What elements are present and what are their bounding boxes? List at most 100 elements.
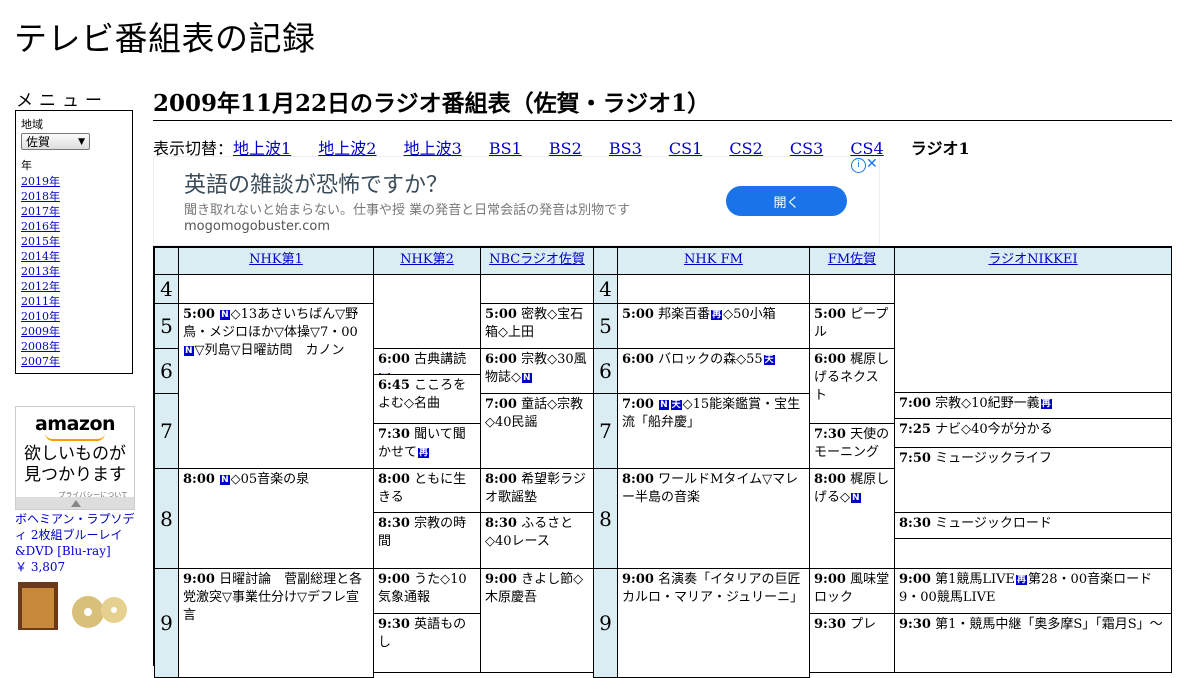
rebroadcast-mark-icon: 再 [418,448,430,458]
program-nbc-600[interactable]: 6:00 宗教◇30風物誌◇ N [480,348,594,394]
program-text: 第1競馬LIVE [935,572,1015,587]
year-link-2013[interactable]: 2013年 [21,264,127,279]
program-time: 9:00 [814,572,846,587]
program-time: 8:00 [485,472,517,487]
weather-mark-icon: 天 [763,355,775,365]
program-text: バロックの森◇55 [658,352,763,367]
program-time: 8:00 [378,472,410,487]
channel-link-nhkfm[interactable]: NHK FM [684,252,743,267]
program-time: 6:45 [378,378,410,393]
year-link-2012[interactable]: 2012年 [21,279,127,294]
channel-link-nhk1[interactable]: NHK第1 [249,252,303,267]
channel-link-nhk2[interactable]: NHK第2 [400,252,454,267]
hour-label: 9 [593,568,618,678]
program-nikkei-725[interactable]: 7:25 ナビ◇40今が分かる [894,418,1172,448]
program-nhk2-730[interactable]: 7:30 聞いて聞かせて再 [373,423,481,469]
amazon-copy-line1: 欲しいものが [24,444,126,464]
program-nhk2-930[interactable]: 9:30 英語ものし [373,613,481,673]
channel-link-fmsaga[interactable]: FM佐賀 [828,252,876,267]
program-fm-900[interactable]: 9:00 名演奏「イタリアの巨匠カルロ・マリア・ジュリーニ」 [617,568,810,678]
program-nikkei-830[interactable]: 8:30 ミュージックロード [894,512,1172,539]
program-fm-700[interactable]: 7:00 N 天 ◇15能楽鑑賞・宝生流「船弁慶」 [617,393,810,469]
program-text: ミュージックライフ [935,451,1052,466]
program-nbc-500[interactable]: 5:00 密教◇宝石箱◇上田 [480,303,594,349]
year-link-2007[interactable]: 2007年 [21,354,127,369]
program-nhk2-645[interactable]: 6:45 こころをよむ◇名曲 [373,374,481,424]
program-nikkei-700[interactable]: 7:00 宗教◇10紀野一義再 [894,392,1172,419]
channel-link-nbc[interactable]: NBCラジオ佐賀 [489,252,585,267]
year-link-2015[interactable]: 2015年 [21,234,127,249]
program-nbc-800[interactable]: 8:00 希望彰ラジオ歌謡塾 [480,468,594,513]
program-time: 8:00 [622,472,654,487]
banner-ad[interactable]: 英語の雑談が恐怖ですか？ 聞き取れないと始まらない。仕事や授 業の発音と日常会話… [153,156,880,246]
program-nikkei-900[interactable]: 9:00 第1競馬LIVE 再第28・00音楽ロード9・00競馬LIVE [894,568,1172,614]
program-time: 9:00 [183,572,215,587]
program-text: ミュージックロード [935,516,1052,531]
channel-header-nikkei: ラジオNIKKEI [894,247,1172,275]
header-corner [154,247,179,275]
collapse-arrow-icon[interactable] [71,500,81,507]
program-nhk2-600[interactable]: 6:00 古典講読再 [373,348,481,375]
year-link-2010[interactable]: 2010年 [21,309,127,324]
program-nhk1-800[interactable]: 8:00 N ◇05音楽の泉 [178,468,374,569]
program-fmsaga-600[interactable]: 6:00 梶原しげるネクスト [809,348,895,424]
channel-header-nhk1: NHK第1 [178,247,374,275]
product-image[interactable] [18,580,128,630]
year-link-2009[interactable]: 2009年 [21,324,127,339]
product-link[interactable]: ボヘミアン・ラプソディ 2枚組ブルーレイ&DVD [Blu-ray] ￥ 3,8… [15,511,140,575]
program-empty [617,274,810,304]
program-time: 5:00 [183,307,215,322]
program-time: 9:00 [485,572,517,587]
news-mark-icon: N [220,310,230,320]
ad-close-icon[interactable]: ✕ [866,156,878,172]
program-nhk2-800[interactable]: 8:00 ともに生きる [373,468,481,513]
program-nikkei-750[interactable]: 7:50 ミュージックライフ [894,447,1172,513]
year-link-2018[interactable]: 2018年 [21,189,127,204]
program-text: 古典講読 [414,352,467,367]
program-empty [480,274,594,304]
year-link-2014[interactable]: 2014年 [21,249,127,264]
program-time: 8:30 [378,516,410,531]
hour-label: 4 [593,274,618,304]
ad-domain: mogomogobuster.com [184,219,331,234]
program-nhk2-830[interactable]: 8:30 宗教の時間 [373,512,481,569]
program-nbc-830[interactable]: 8:30 ふるさと◇40レース [480,512,594,569]
ad-info-icon[interactable]: i [851,158,866,173]
amazon-logo: amazon [34,413,116,435]
program-nhk1-500[interactable]: 5:00 N ◇13あさいちばん▽野鳥・メジロほか▽体操▽7・00N ▽列島▽日曜訪… [178,303,374,469]
program-nhk1-900[interactable]: 9:00 日曜討論 菅副総理と各党激突▽事業仕分け▽デフレ宣言 [178,568,374,678]
program-fm-800[interactable]: 8:00 ワールドMタイム▽マレー半島の音楽 [617,468,810,569]
program-fm-600[interactable]: 6:00 バロックの森◇55 天 [617,348,810,394]
program-time: 8:00 [814,472,846,487]
year-link-2019[interactable]: 2019年 [21,174,127,189]
hour-label: 5 [154,303,179,349]
year-link-2011[interactable]: 2011年 [21,294,127,309]
program-nbc-900[interactable]: 9:00 きよし節◇木原慶吾 [480,568,594,673]
ad-headline[interactable]: 英語の雑談が恐怖ですか？ [184,167,448,199]
program-time: 7:50 [899,451,931,466]
region-select-value: 佐賀 [26,135,51,149]
channel-header-fmsaga: FM佐賀 [809,247,895,275]
program-nikkei-930[interactable]: 9:30 第1・競馬中継「奥多摩S」「霜月S」～ [894,613,1172,673]
product-title[interactable]: ボヘミアン・ラプソディ 2枚組ブルーレイ&DVD [Blu-ray] [15,512,135,558]
amazon-ad[interactable]: amazon 欲しいものが 見つかります プライバシーについて [15,406,135,510]
program-fmsaga-900[interactable]: 9:00 風味堂ロック [809,568,895,614]
year-link-2008[interactable]: 2008年 [21,339,127,354]
program-nbc-700[interactable]: 7:00 童話◇宗教◇40民謡 [480,393,594,469]
hour-label: 8 [154,468,179,569]
year-link-2016[interactable]: 2016年 [21,219,127,234]
program-nhk2-900[interactable]: 9:00 うた◇10気象通報 [373,568,481,614]
program-time: 7:30 [378,427,410,442]
program-fm-500[interactable]: 5:00 邦楽百番再 ◇50小箱 [617,303,810,349]
program-fmsaga-930[interactable]: 9:30 プレ [809,613,895,673]
year-link-2017[interactable]: 2017年 [21,204,127,219]
news-mark-icon: N [184,346,194,356]
channel-link-nikkei[interactable]: ラジオNIKKEI [988,252,1077,267]
ad-open-button[interactable]: 開く [726,186,847,216]
program-fmsaga-800[interactable]: 8:00 梶原しげる◇ N [809,468,895,569]
program-fmsaga-500[interactable]: 5:00 ピープル [809,303,895,349]
channel-header-nbc: NBCラジオ佐賀 [480,247,594,275]
program-time: 5:00 [485,307,517,322]
program-fmsaga-730[interactable]: 7:30 天使のモーニング [809,423,895,469]
region-select[interactable]: 佐賀 ▼ [21,133,90,150]
